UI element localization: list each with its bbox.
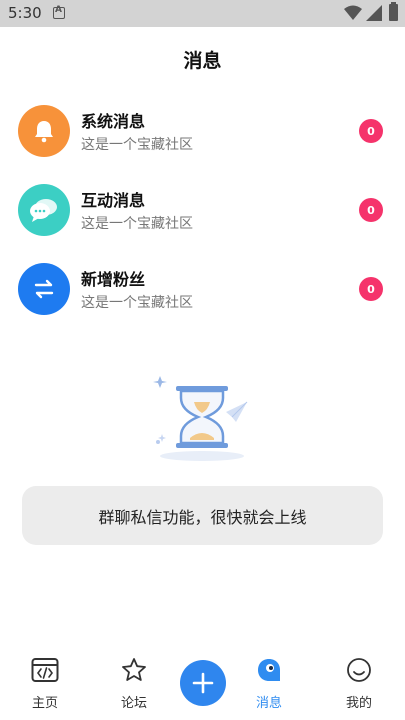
tab-forum[interactable]: 论坛 — [104, 648, 164, 720]
notification-a-icon: A — [53, 5, 65, 19]
message-subtitle: 这是一个宝藏社区 — [81, 216, 193, 232]
list-item-new-followers[interactable]: 新增粉丝 这是一个宝藏社区 0 — [0, 263, 405, 327]
message-title: 新增粉丝 — [81, 270, 146, 289]
signal-icon — [366, 5, 382, 21]
smiley-icon — [345, 656, 373, 684]
status-bar: 5:30 A — [0, 0, 405, 27]
swap-arrows-icon — [18, 263, 70, 315]
status-time: 5:30 — [8, 4, 42, 22]
unread-badge: 0 — [359, 119, 383, 143]
coming-soon-toast: 群聊私信功能，很快就会上线 — [22, 486, 383, 545]
message-subtitle: 这是一个宝藏社区 — [81, 295, 193, 311]
message-subtitle: 这是一个宝藏社区 — [81, 137, 193, 153]
plus-icon — [192, 672, 214, 694]
message-title: 系统消息 — [81, 112, 146, 131]
tab-label: 主页 — [31, 696, 58, 711]
tab-label: 我的 — [345, 696, 372, 711]
list-item-interaction-messages[interactable]: 互动消息 这是一个宝藏社区 0 — [0, 184, 405, 248]
message-title: 互动消息 — [81, 191, 146, 210]
code-window-icon — [31, 656, 59, 684]
tab-home[interactable]: 主页 — [15, 648, 75, 720]
list-item-system-messages[interactable]: 系统消息 这是一个宝藏社区 0 — [0, 105, 405, 169]
chat-bubbles-icon — [18, 184, 70, 236]
star-icon — [120, 656, 148, 684]
tab-label: 论坛 — [120, 696, 147, 711]
add-post-button[interactable] — [180, 660, 226, 706]
unread-badge: 0 — [359, 277, 383, 301]
chat-blob-icon — [255, 656, 283, 684]
tab-profile[interactable]: 我的 — [329, 648, 389, 720]
tab-messages[interactable]: 消息 — [239, 648, 299, 720]
battery-icon — [389, 2, 398, 21]
tab-label: 消息 — [255, 696, 282, 711]
wifi-icon — [344, 5, 362, 20]
unread-badge: 0 — [359, 198, 383, 222]
hourglass-icon — [153, 376, 248, 461]
page-title: 消息 — [183, 50, 222, 72]
bell-icon — [18, 105, 70, 157]
